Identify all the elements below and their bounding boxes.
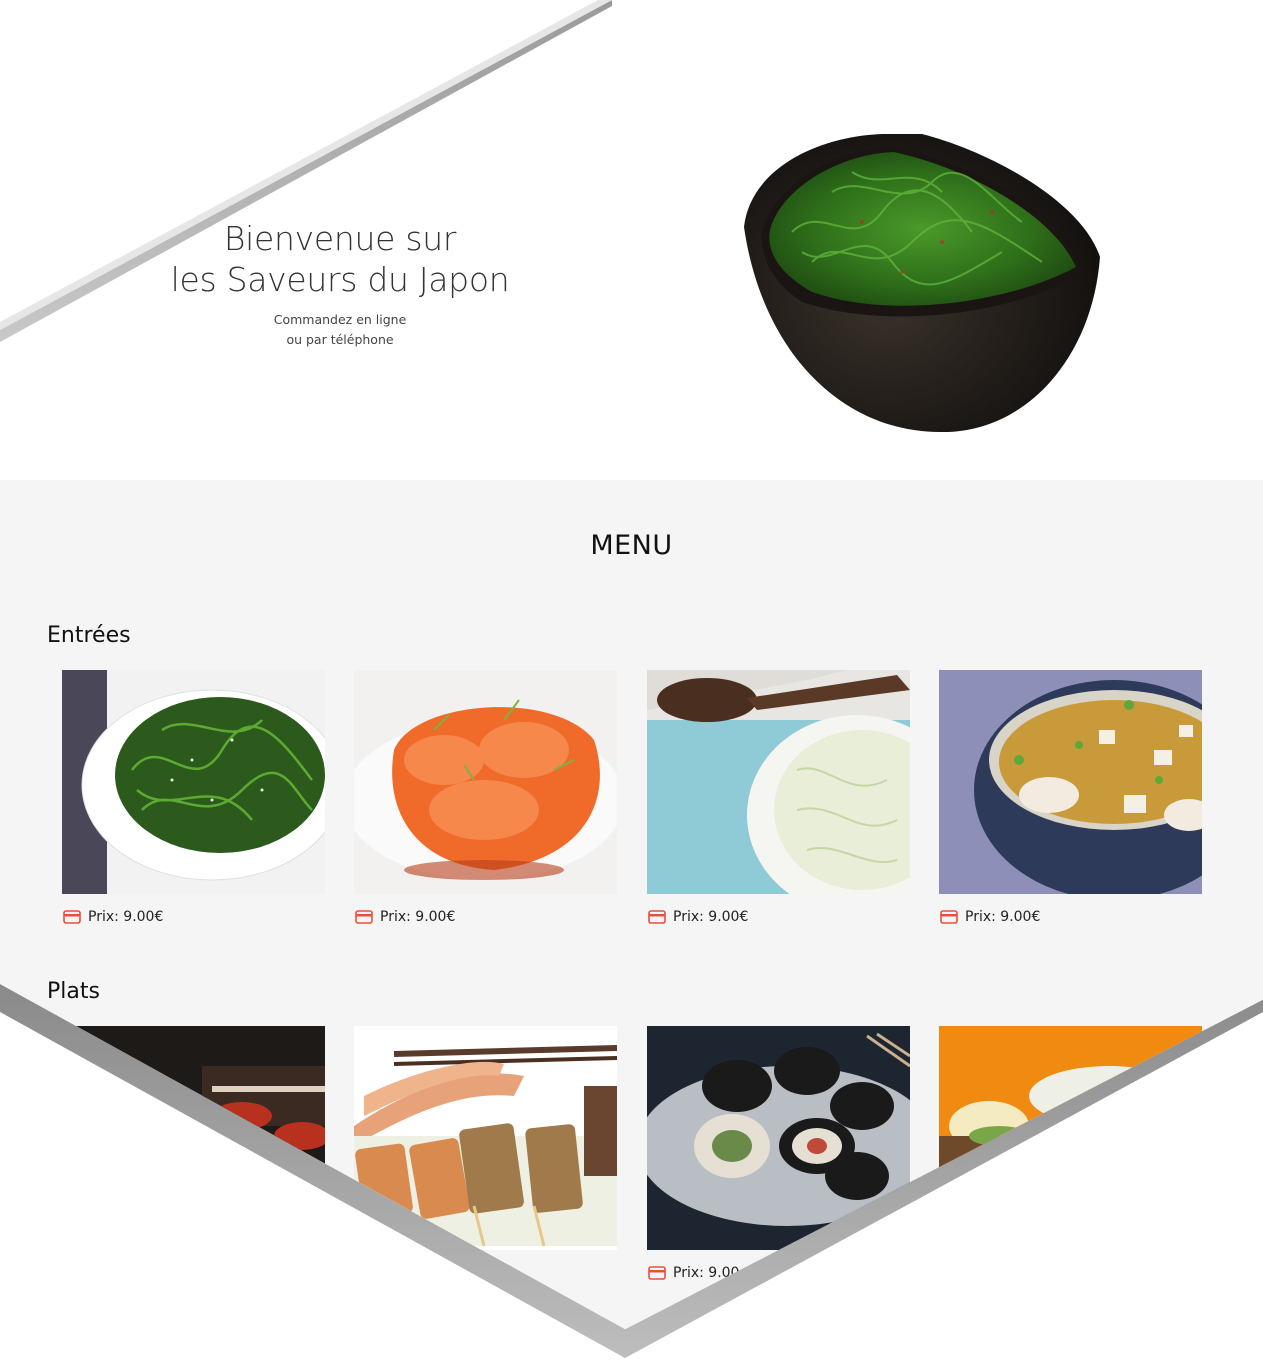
seaweed-salad-image[interactable] [62,670,325,894]
price-label: Prix: 9.00€ [647,906,910,928]
price-label: Prix: 9.00€ [354,906,617,928]
credit-card-icon [63,910,81,924]
menu-card[interactable] [939,1026,1202,1284]
menu-card[interactable]: Prix: 9.00€ [354,670,617,928]
menu-card[interactable]: Prix: 9.00 [647,1026,910,1284]
price-label: Prix: 9.00€ [62,906,325,928]
menu-card[interactable] [354,1026,617,1284]
menu-title: MENU [590,530,673,561]
grilled-meat-image[interactable] [62,1026,325,1250]
price-label [62,1262,325,1284]
yakitori-skewers-image[interactable] [354,1026,617,1250]
menu-card[interactable] [62,1026,325,1284]
category-title-entrees: Entrées [47,623,131,648]
menu-card[interactable]: Prix: 9.00€ [62,670,325,928]
cabbage-salad-image[interactable] [647,670,910,894]
salmon-tartare-image[interactable] [354,670,617,894]
menu-section: MENU Entrées Prix: 9.00€ Prix: 9.00€ Pri… [0,480,1263,1330]
credit-card-icon [355,910,373,924]
hero-seaweed-bowl-image [744,134,1100,433]
hero-title: Bienvenue sur les Saveurs du Japon [170,219,510,299]
maki-rolls-image[interactable] [647,1026,910,1250]
price-label [939,1262,1202,1284]
menu-card[interactable]: Prix: 9.00€ [939,670,1202,928]
hero-section: Bienvenue sur les Saveurs du Japon Comma… [0,0,1263,480]
credit-card-icon [648,910,666,924]
price-label [354,1262,617,1284]
credit-card-icon [940,910,958,924]
miso-soup-image[interactable] [939,670,1202,894]
menu-card[interactable]: Prix: 9.00€ [647,670,910,928]
credit-card-icon [648,1266,666,1280]
category-title-plats: Plats [47,979,100,1004]
hero-subtitle: Commandez en ligne ou par téléphone [273,312,407,347]
price-label: Prix: 9.00 [647,1262,910,1284]
price-label: Prix: 9.00€ [939,906,1202,928]
orange-dish-image[interactable] [939,1026,1202,1250]
